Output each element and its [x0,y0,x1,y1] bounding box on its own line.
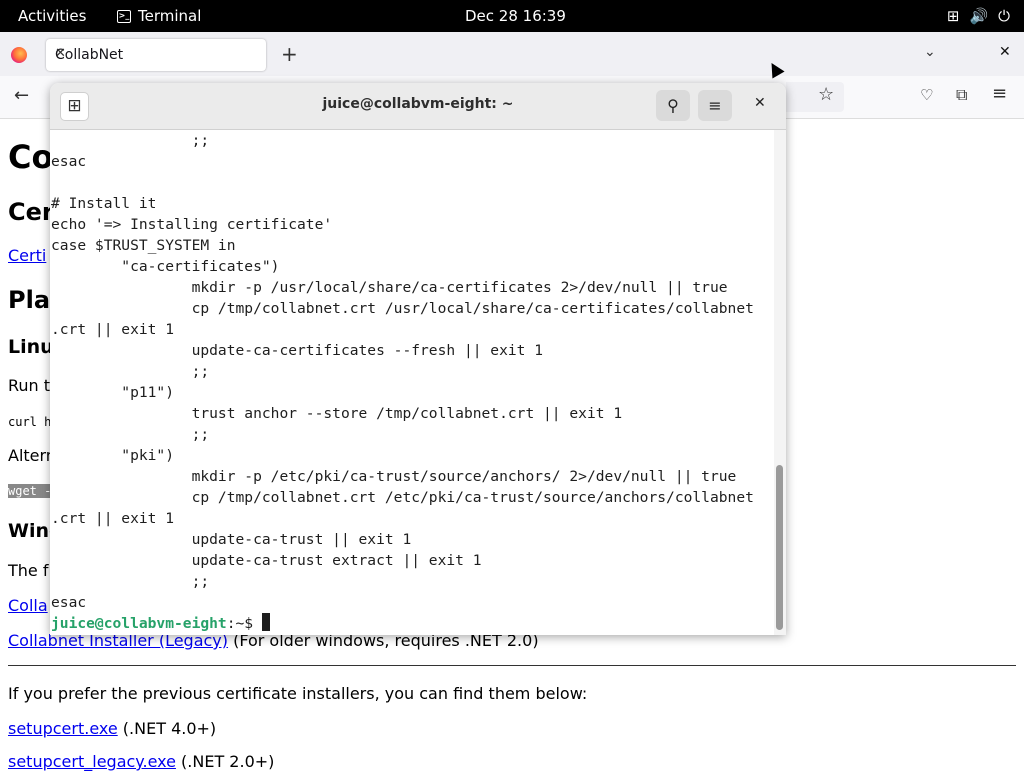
windows-text: The f [8,561,49,580]
terminal-line: .crt || exit 1 [51,321,175,338]
list-tabs-chevron-icon[interactable]: ⌄ [924,44,936,60]
prefer-text: If you prefer the previous certificate i… [8,684,588,703]
terminal-line: ;; [51,132,210,149]
terminal-close-icon[interactable]: ✕ [754,95,766,111]
browser-tab[interactable]: CollabNet ✕ [46,39,266,71]
setupcert-legacy-note: (.NET 2.0+) [175,752,275,771]
terminal-line: "ca-certificates") [51,258,280,275]
certificate-link[interactable]: Certi [8,246,46,265]
terminal-line: echo '=> Installing certificate' [51,216,333,233]
url-bar[interactable] [786,82,844,112]
section-heading-linux: Linu [8,336,54,358]
terminal-line: "pki") [51,447,175,464]
search-button[interactable]: ⚲ [656,90,690,121]
terminal-line: cp /tmp/collabnet.crt /etc/pki/ca-trust/… [51,489,754,506]
terminal-text: ;; esac # Install it echo '=> Installing… [51,130,754,613]
curl-command: curl h [8,415,52,429]
terminal-line: .crt || exit 1 [51,510,175,527]
terminal-line: update-ca-trust extract || exit 1 [51,552,482,569]
terminal-window[interactable]: ⊞ juice@collabvm-eight: ~ ⚲ ≡ ✕ ;; esac … [50,83,786,635]
extensions-icon[interactable]: ⧉ [956,85,967,105]
terminal-line: esac [51,594,87,611]
setupcert-link[interactable]: setupcert.exe [8,719,118,738]
menu-button[interactable]: ≡ [698,90,732,121]
terminal-line: cp /tmp/collabnet.crt /usr/local/share/c… [51,300,754,317]
text-cursor [261,613,270,631]
setupcert-legacy-link[interactable]: setupcert_legacy.exe [8,752,176,771]
terminal-header-bar[interactable]: ⊞ juice@collabvm-eight: ~ ⚲ ≡ ✕ [50,83,786,130]
setupcert-legacy-row: setupcert_legacy.exe (.NET 2.0+) [8,752,274,771]
setupcert-note: (.NET 4.0+) [117,719,217,738]
terminal-scroll-thumb[interactable] [776,465,783,630]
shell-prompt[interactable]: juice@collabvm-eight:~$ [51,613,270,634]
prompt-user-host: juice@collabvm-eight [51,615,227,632]
run-text: Run t [8,376,51,395]
new-tab-icon[interactable]: + [281,42,298,66]
bookmark-star-icon[interactable]: ☆ [818,84,834,105]
section-heading-certificate: Cer [8,198,54,226]
terminal-line: ;; [51,426,210,443]
activities-button[interactable]: Activities [18,7,86,25]
terminal-line: update-ca-trust || exit 1 [51,531,412,548]
prompt-path: :~$ [226,615,262,632]
terminal-line: trust anchor --store /tmp/collabnet.crt … [51,405,623,422]
page-heading: Co [8,138,54,176]
hamburger-icon: ≡ [708,96,722,115]
section-heading-platform: Pla [8,286,51,314]
setupcert-row: setupcert.exe (.NET 4.0+) [8,719,216,738]
browser-tab-strip: CollabNet ✕ + ⌄ ✕ [0,32,1024,76]
terminal-line: mkdir -p /usr/local/share/ca-certificate… [51,279,728,296]
app-menu[interactable]: >_ Terminal [117,7,201,25]
firefox-logo-icon [11,47,27,63]
volume-icon: 🔊 [969,7,989,25]
collabnet-installer-link[interactable]: Colla [8,596,48,615]
power-icon: ⏻ [998,7,1010,25]
terminal-line: "p11") [51,384,175,401]
network-icon: ⊞ [946,7,960,25]
terminal-line: mkdir -p /etc/pki/ca-trust/source/anchor… [51,468,737,485]
app-name: Terminal [138,7,202,25]
wget-command: wget - [8,484,52,498]
terminal-icon: >_ [117,9,131,23]
system-tray[interactable]: ⊞ 🔊 ⏻ [947,7,1010,25]
terminal-line: ;; [51,363,210,380]
divider [8,665,1016,666]
terminal-line: # Install it [51,195,157,212]
hamburger-menu-icon[interactable]: ≡ [992,83,1007,104]
terminal-line: esac [51,153,87,170]
search-icon: ⚲ [667,96,679,115]
terminal-line: ;; [51,573,210,590]
back-arrow-icon[interactable]: ← [14,85,29,106]
alternative-text: Altern [8,446,56,465]
top-bar: Activities >_ Terminal Dec 28 16:39 ⊞ 🔊 … [0,0,1024,32]
window-close-icon[interactable]: ✕ [999,44,1011,60]
pocket-icon[interactable]: ♡ [920,86,933,104]
terminal-line: update-ca-certificates --fresh || exit 1 [51,342,544,359]
tab-close-icon[interactable]: ✕ [55,46,257,61]
clock[interactable]: Dec 28 16:39 [465,7,566,25]
terminal-line: case $TRUST_SYSTEM in [51,237,236,254]
terminal-output[interactable]: ;; esac # Install it echo '=> Installing… [50,130,772,635]
